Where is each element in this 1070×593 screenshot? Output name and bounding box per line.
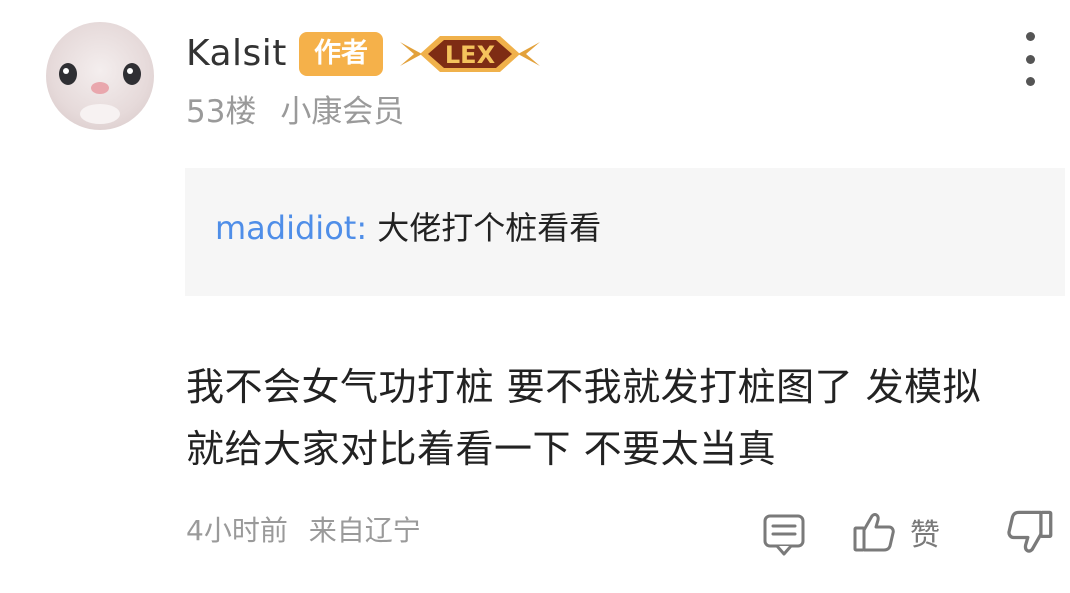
comment-line: 我不会女气功打桩 要不我就发打桩图了 发模拟 — [186, 365, 982, 409]
comment-meta: 4小时前 来自辽宁 — [186, 512, 421, 550]
level-badge-icon: LEX — [396, 28, 544, 80]
author-badge: 作者 — [299, 32, 383, 76]
floor-number: 53楼 — [186, 94, 257, 130]
quote-username[interactable]: madidiot: — [215, 209, 367, 247]
thumbs-down-icon — [1007, 510, 1053, 553]
thumbs-up-icon — [853, 513, 895, 552]
quoted-reply[interactable]: madidiot: 大佬打个桩看看 — [185, 168, 1065, 296]
like-label: 赞 — [910, 518, 940, 553]
more-dot-icon — [1025, 32, 1035, 41]
post-location: 来自辽宁 — [308, 514, 421, 547]
more-options-button[interactable] — [1010, 32, 1050, 86]
post-time: 4小时前 — [186, 514, 288, 547]
quote-text: madidiot: 大佬打个桩看看 — [215, 206, 601, 250]
like-button[interactable]: 赞 — [852, 508, 940, 556]
user-meta: 53楼 小康会员 — [186, 92, 404, 132]
comment-text: 我不会女气功打桩 要不我就发打桩图了 发模拟 就给大家对比着看一下 不要太当真 — [186, 356, 1056, 480]
reply-button[interactable] — [762, 512, 806, 556]
more-dot-icon — [1025, 77, 1035, 86]
quote-content: 大佬打个桩看看 — [377, 209, 602, 247]
membership-level: 小康会员 — [280, 94, 405, 130]
more-dot-icon — [1025, 54, 1035, 64]
level-badge-text: LEX — [445, 41, 496, 69]
dislike-button[interactable] — [1006, 508, 1054, 556]
user-avatar[interactable] — [46, 22, 154, 130]
bunny-avatar-image — [59, 63, 141, 124]
username[interactable]: Kalsit — [186, 30, 287, 78]
comment-line: 就给大家对比着看一下 不要太当真 — [186, 427, 777, 471]
reply-comment-icon — [763, 514, 805, 556]
